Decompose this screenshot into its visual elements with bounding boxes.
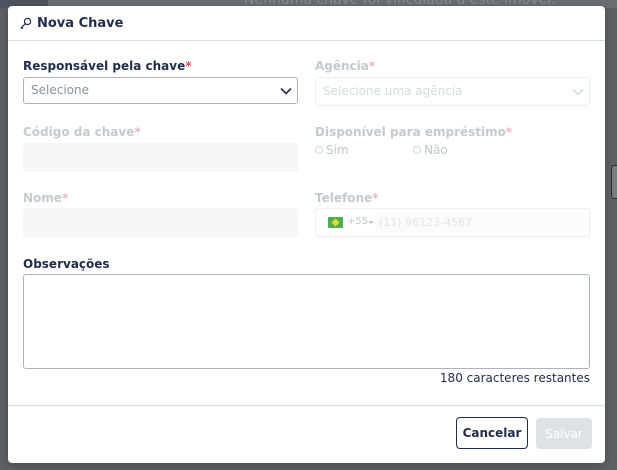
chevron-down-icon (280, 87, 292, 95)
agencia-label: Agência* (315, 59, 376, 73)
radio-circle (315, 146, 323, 154)
country-code[interactable]: +55 (347, 216, 368, 227)
footer-divider (8, 405, 605, 406)
responsavel-label: Responsável pela chave* (23, 59, 192, 73)
responsavel-select[interactable]: Selecione (23, 77, 298, 104)
radio-nao-label: Não (424, 143, 448, 157)
radio-circle (413, 146, 421, 154)
key-icon (18, 16, 32, 30)
telefone-label: Telefone* (315, 191, 379, 205)
caret-down-icon[interactable] (368, 221, 374, 224)
phone-number-placeholder: (11) 96123-4567 (379, 216, 473, 229)
new-key-modal: Nova Chave Responsável pela chave* Selec… (8, 6, 605, 463)
brazil-flag-icon[interactable] (328, 217, 343, 228)
modal-title: Nova Chave (37, 15, 124, 31)
observacoes-label: Observações (23, 257, 110, 271)
cancel-button[interactable]: Cancelar (456, 417, 528, 449)
nome-field[interactable] (23, 208, 298, 237)
modal-header: Nova Chave (8, 6, 605, 41)
telefone-field: +55 (11) 96123-4567 (315, 208, 590, 237)
responsavel-placeholder: Selecione (31, 83, 89, 97)
codigo-field[interactable] (23, 143, 298, 172)
disponivel-label: Disponível para empréstimo* (315, 125, 513, 139)
radio-sim[interactable]: Sim (315, 143, 349, 157)
char-counter: 180 caracteres restantes (439, 371, 590, 385)
nome-label: Nome* (23, 191, 69, 205)
codigo-label: Código da chave* (23, 125, 141, 139)
radio-nao[interactable]: Não (413, 143, 448, 157)
radio-sim-label: Sim (326, 143, 349, 157)
backdrop-button (611, 165, 617, 199)
agencia-placeholder: Selecione uma agência (323, 84, 463, 98)
agencia-select[interactable]: Selecione uma agência (315, 77, 590, 106)
chevron-down-icon (572, 88, 584, 96)
save-button[interactable]: Salvar (536, 418, 592, 449)
observacoes-textarea[interactable] (23, 274, 590, 369)
